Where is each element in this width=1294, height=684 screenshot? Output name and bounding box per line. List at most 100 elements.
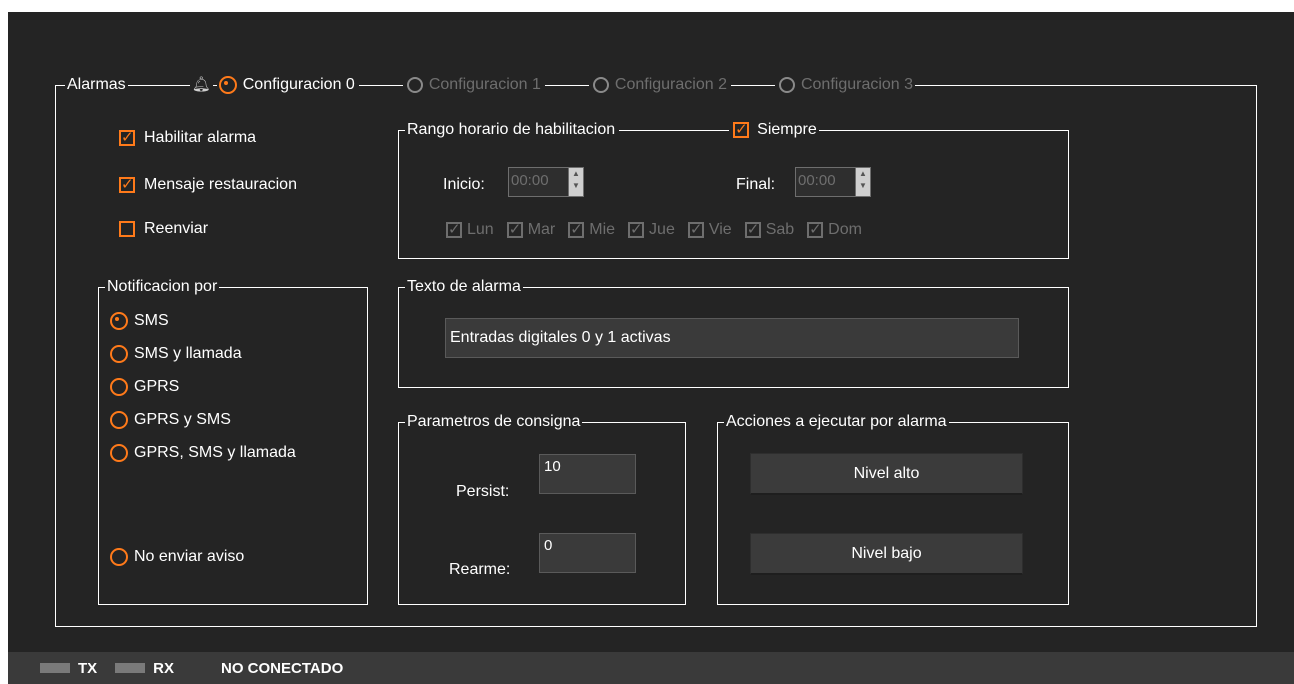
day-mar-label: Mar bbox=[527, 221, 556, 238]
notify-gprs-sms-call-label: GPRS, SMS y llamada bbox=[134, 444, 296, 461]
alarm-text-title: Texto de alarma bbox=[407, 278, 521, 295]
tx-indicator bbox=[40, 663, 70, 673]
alarm-text-input[interactable]: Entradas digitales 0 y 1 activas bbox=[445, 318, 1019, 358]
day-dom-label: Dom bbox=[828, 221, 862, 238]
persist-label: Persist: bbox=[456, 483, 510, 500]
tab-configuracion-1[interactable]: Configuracion 1 bbox=[406, 75, 541, 95]
enable-alarm-checkbox[interactable]: ✓ Habilitar alarma bbox=[119, 127, 256, 149]
end-time-value: 00:00 bbox=[798, 172, 836, 189]
tx-label: TX bbox=[78, 659, 98, 677]
config-3-radio[interactable] bbox=[778, 77, 795, 93]
config-1-radio[interactable] bbox=[406, 77, 423, 93]
day-vie[interactable]: ✓ Vie bbox=[687, 221, 732, 239]
restore-message-checkbox[interactable]: ✓ Mensaje restauracion bbox=[119, 174, 297, 196]
actions-group: Acciones a ejecutar por alarma bbox=[717, 412, 1069, 605]
restore-message-label: Mensaje restauracion bbox=[144, 176, 297, 193]
day-jue-check[interactable]: ✓ bbox=[628, 222, 645, 238]
day-mie[interactable]: ✓ Mie bbox=[568, 221, 615, 239]
config-0-label: Configuracion 0 bbox=[242, 76, 355, 93]
always-checkbox[interactable]: ✓ Siempre bbox=[733, 120, 817, 140]
notify-sms-label: SMS bbox=[134, 312, 169, 329]
notify-gprs-sms-indicator[interactable] bbox=[110, 411, 128, 429]
day-sab-label: Sab bbox=[765, 221, 795, 238]
status-bar: TX RX NO CONECTADO bbox=[8, 652, 1294, 684]
rx-indicator bbox=[115, 663, 146, 673]
notification-legend: Notificacion por bbox=[105, 277, 220, 297]
notify-gprs-sms-call-radio[interactable]: GPRS, SMS y llamada bbox=[110, 442, 296, 464]
schedule-title: Rango horario de habilitacion bbox=[407, 121, 616, 138]
alarms-title: Alarmas bbox=[67, 76, 126, 93]
config-3-label: Configuracion 3 bbox=[800, 76, 914, 93]
tab-configuracion-0[interactable]: Configuracion 0 bbox=[218, 75, 355, 95]
setpoint-group: Parametros de consigna bbox=[398, 412, 686, 605]
always-label: Siempre bbox=[757, 121, 817, 138]
enable-alarm-check[interactable]: ✓ bbox=[119, 130, 135, 146]
notify-gprs-sms-label: GPRS y SMS bbox=[134, 411, 231, 428]
notify-gprs-label: GPRS bbox=[134, 378, 180, 395]
start-time-value: 00:00 bbox=[511, 172, 549, 189]
end-time-spinbox[interactable]: 00:00 ▲ ▼ bbox=[795, 167, 871, 197]
end-time-arrows[interactable]: ▲ ▼ bbox=[855, 168, 870, 196]
day-lun[interactable]: ✓ Lun bbox=[446, 221, 494, 239]
notify-gprs-indicator[interactable] bbox=[110, 378, 128, 396]
day-sab[interactable]: ✓ Sab bbox=[744, 221, 795, 239]
notify-none-indicator[interactable] bbox=[110, 548, 128, 566]
resend-checkbox[interactable]: Reenviar bbox=[119, 218, 208, 240]
enable-alarm-label: Habilitar alarma bbox=[144, 129, 257, 146]
day-mie-check[interactable]: ✓ bbox=[568, 222, 585, 238]
day-vie-check[interactable]: ✓ bbox=[687, 222, 704, 238]
config-2-radio[interactable] bbox=[592, 77, 609, 93]
rearm-input[interactable]: 0 bbox=[539, 533, 636, 573]
setpoint-legend: Parametros de consigna bbox=[405, 412, 583, 432]
config-0-radio[interactable] bbox=[218, 76, 237, 94]
notification-title: Notificacion por bbox=[107, 278, 218, 295]
resend-label: Reenviar bbox=[144, 220, 209, 237]
notify-sms-radio[interactable]: SMS bbox=[110, 310, 169, 332]
day-jue[interactable]: ✓ Jue bbox=[628, 221, 675, 239]
resend-check[interactable] bbox=[119, 221, 135, 237]
app-window: Alarmas 🔔︎ Configuracion 0 Configuracion… bbox=[8, 12, 1294, 684]
day-mar[interactable]: ✓ Mar bbox=[506, 221, 556, 239]
rx-label: RX bbox=[153, 659, 175, 677]
start-time-arrows[interactable]: ▲ ▼ bbox=[568, 168, 583, 196]
connection-status: NO CONECTADO bbox=[221, 659, 344, 677]
day-sab-check[interactable]: ✓ bbox=[744, 222, 761, 238]
day-mie-label: Mie bbox=[589, 221, 616, 238]
always-check[interactable]: ✓ bbox=[733, 122, 750, 138]
alarms-legend: Alarmas 🔔︎ Configuracion 0 Configuracion… bbox=[65, 75, 916, 95]
notify-none-label: No enviar aviso bbox=[134, 548, 245, 565]
day-lun-check[interactable]: ✓ bbox=[446, 222, 462, 238]
day-mar-check[interactable]: ✓ bbox=[506, 222, 523, 238]
rearm-label: Rearme: bbox=[449, 561, 511, 578]
persist-input[interactable]: 10 bbox=[539, 454, 636, 494]
day-vie-label: Vie bbox=[708, 221, 732, 238]
notify-gprs-sms-call-indicator[interactable] bbox=[110, 444, 128, 462]
notify-gprs-radio[interactable]: GPRS bbox=[110, 376, 179, 398]
schedule-group: Rango horario de habilitacion ✓ Siempre bbox=[398, 120, 1069, 259]
notify-sms-call-indicator[interactable] bbox=[110, 345, 128, 363]
day-checkboxes: ✓ Lun ✓ Mar ✓ Mie ✓ Jue ✓ Vie ✓ Sab ✓ Do… bbox=[446, 221, 862, 239]
day-dom-check[interactable]: ✓ bbox=[807, 222, 824, 238]
start-time-spinbox[interactable]: 00:00 ▲ ▼ bbox=[508, 167, 584, 197]
notify-gprs-sms-radio[interactable]: GPRS y SMS bbox=[110, 409, 231, 431]
day-jue-label: Jue bbox=[649, 221, 675, 238]
actions-legend: Acciones a ejecutar por alarma bbox=[724, 412, 949, 432]
setpoint-title: Parametros de consigna bbox=[407, 413, 581, 430]
restore-message-check[interactable]: ✓ bbox=[119, 177, 135, 193]
low-level-button[interactable]: Nivel bajo bbox=[750, 533, 1023, 575]
notify-sms-indicator[interactable] bbox=[110, 312, 128, 330]
high-level-button[interactable]: Nivel alto bbox=[750, 453, 1023, 495]
tab-configuracion-2[interactable]: Configuracion 2 bbox=[592, 75, 727, 95]
day-dom[interactable]: ✓ Dom bbox=[807, 221, 862, 239]
schedule-legend: Rango horario de habilitacion ✓ Siempre bbox=[405, 120, 819, 140]
notify-sms-call-radio[interactable]: SMS y llamada bbox=[110, 343, 242, 365]
config-1-label: Configuracion 1 bbox=[428, 76, 541, 93]
config-2-label: Configuracion 2 bbox=[614, 76, 727, 93]
bell-icon: 🔔︎ bbox=[191, 76, 211, 93]
actions-title: Acciones a ejecutar por alarma bbox=[726, 413, 947, 430]
notify-none-radio[interactable]: No enviar aviso bbox=[110, 546, 244, 568]
day-lun-label: Lun bbox=[467, 221, 494, 238]
notify-sms-call-label: SMS y llamada bbox=[134, 345, 242, 362]
tab-configuracion-3[interactable]: Configuracion 3 bbox=[778, 75, 914, 95]
end-label: Final: bbox=[736, 176, 776, 193]
